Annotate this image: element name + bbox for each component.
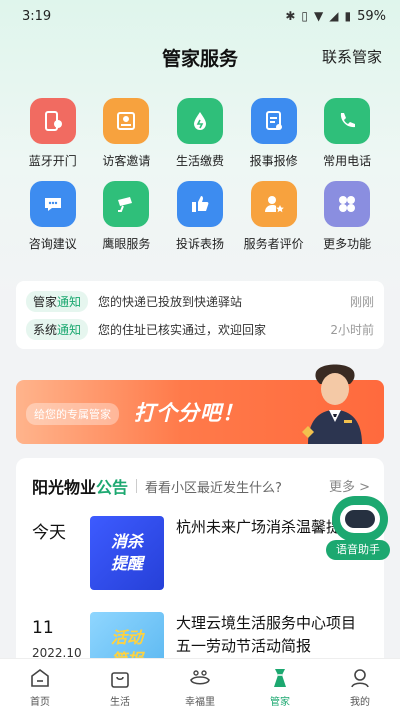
notice-text: 您的住址已核实通过，欢迎回家 [98,322,267,337]
more-link[interactable]: 更多 > [329,476,370,495]
service-eagle-eye[interactable]: 鹰眼服务 [90,181,164,252]
voice-assistant-button[interactable]: 语音助手 [326,496,390,562]
banner-headline: 打个分吧！ [134,401,244,425]
bluetooth-door-icon [29,98,76,144]
divider [136,479,138,493]
notice-time: 2小时前 [330,322,374,337]
status-icons: ✱ ▯ ▼ ◢ ▮ 59% [285,9,386,24]
signal-icon: ◢ [329,9,339,23]
contact-butler-link[interactable]: 联系管家 [322,46,382,67]
announcement-title: 阳光物业公告 [32,478,129,497]
tab-home[interactable]: 首页 [0,659,80,711]
butler-illustration [302,364,362,444]
news-date: 今天 [32,523,66,543]
tab-butler[interactable]: 管家 [240,659,320,711]
page-header: 管家服务 联系管家 [0,40,400,74]
news-title: 大理云境生活服务中心项目五一劳动节活动简报 [176,614,357,655]
camera-icon [103,181,150,227]
service-bluetooth-door[interactable]: 蓝牙开门 [16,98,90,169]
service-complaint-praise[interactable]: 投诉表扬 [163,181,237,252]
news-date-day: 11 [32,618,54,638]
notice-time: 刚刚 [349,294,374,309]
notice-card: 管家通知 您的快递已投放到快递驿站 刚刚 系统通知 您的住址已核实通过，欢迎回家… [16,281,384,349]
announcement-card: 阳光物业公告 看看小区最近发生什么? 更多 > 今天 消杀 提醒 杭州未来广场消… [16,458,384,668]
notice-tag: 系统通知 [26,318,89,340]
notice-text: 您的快递已投放到快递驿站 [98,294,243,309]
service-common-phone[interactable]: 常用电话 [310,98,384,169]
service-utility-payment[interactable]: 生活缴费 [163,98,237,169]
service-repair-report[interactable]: 报事报修 [237,98,311,169]
tab-life[interactable]: 生活 [80,659,160,711]
rate-butler-banner[interactable]: 给您的专属管家 打个分吧！ [16,364,384,444]
phone-icon [324,98,371,144]
bottom-tab-bar: 首页 生活 幸福里 管家 我的 [0,658,400,711]
robot-icon [332,496,388,542]
bluetooth-icon: ✱ [285,9,296,23]
service-more[interactable]: 更多功能 [310,181,384,252]
status-time: 3:19 [22,8,52,24]
announcement-subtitle: 看看小区最近发生什么? [145,480,282,496]
wifi-icon: ▼ [314,9,324,23]
banner-pill: 给您的专属管家 [26,403,119,425]
announcement-header: 阳光物业公告 看看小区最近发生什么? [32,474,282,498]
vibrate-icon: ▯ [301,9,309,23]
list-item[interactable]: 今天 消杀 提醒 杭州未来广场消杀温馨提醒 [32,514,372,594]
shopping-bag-icon [111,672,129,688]
tab-community[interactable]: 幸福里 [160,659,240,711]
notice-tag: 管家通知 [26,290,89,312]
chat-icon [29,181,76,227]
thumbs-up-icon [176,181,223,227]
service-rating[interactable]: 服务者评价 [237,181,311,252]
notice-item[interactable]: 管家通知 您的快递已投放到快递驿站 刚刚 [26,287,374,315]
voice-assistant-label: 语音助手 [326,540,390,560]
notice-item[interactable]: 系统通知 您的住址已核实通过，欢迎回家 2小时前 [26,315,374,343]
profile-icon [351,669,369,688]
repair-report-icon [250,98,297,144]
battery-icon: ▮ [344,9,352,23]
battery-level: 59% [357,8,386,24]
butler-icon [274,669,286,687]
more-icon [324,181,371,227]
service-visitor-invite[interactable]: 访客邀请 [90,98,164,169]
service-consult[interactable]: 咨询建议 [16,181,90,252]
home-icon [31,669,49,687]
status-bar: 3:19 ✱ ▯ ▼ ◢ ▮ 59% [0,0,400,32]
tab-profile[interactable]: 我的 [320,659,400,711]
service-grid: 蓝牙开门 访客邀请 生活缴费 报事报修 常用电话 咨询建议 鹰眼服务 投诉表扬 … [16,98,384,252]
community-icon [190,670,210,685]
rating-icon [250,181,297,227]
utility-payment-icon [176,98,223,144]
news-thumbnail: 消杀 提醒 [90,516,164,590]
visitor-invite-icon [103,98,150,144]
